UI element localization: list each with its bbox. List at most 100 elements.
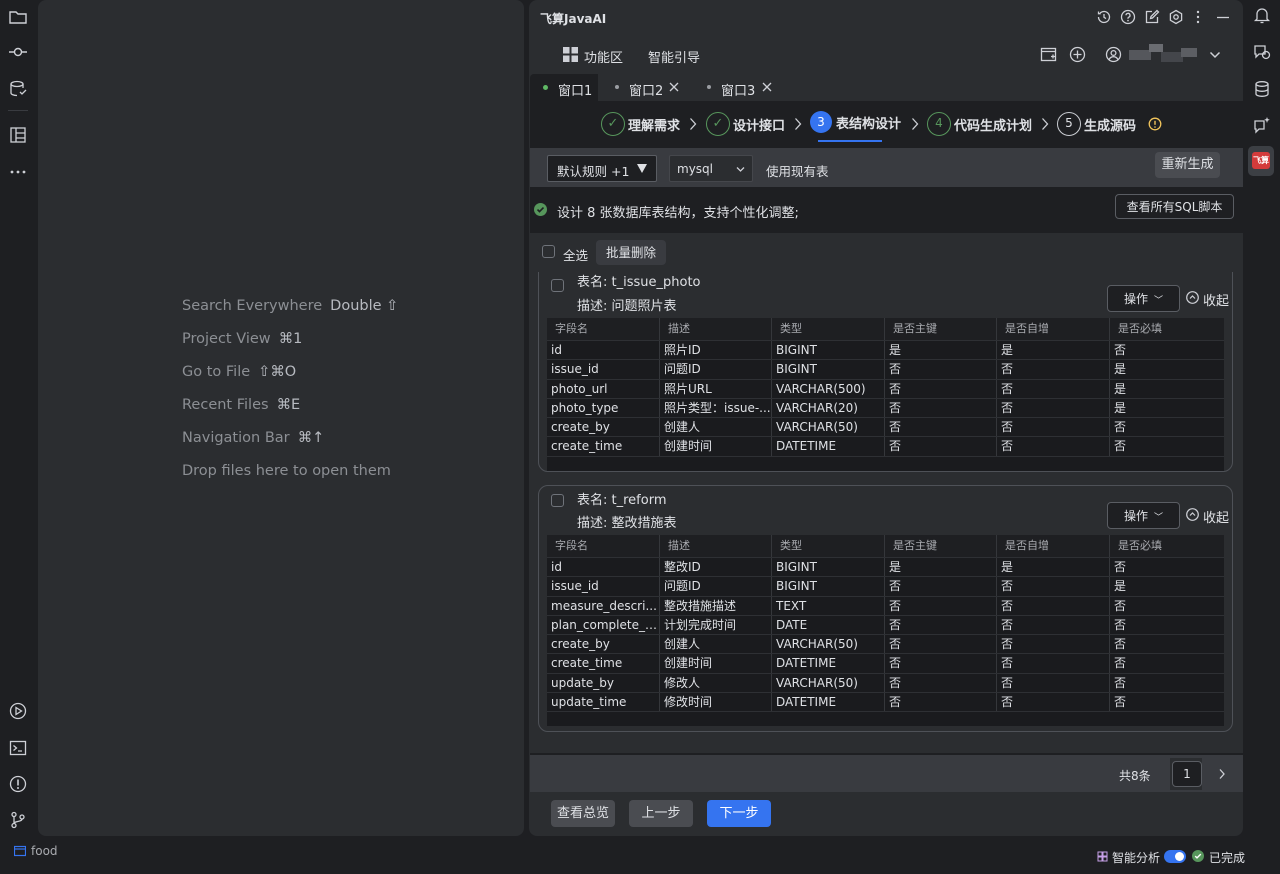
problems-icon[interactable]	[8, 774, 28, 794]
table-cell: create_by	[547, 418, 660, 437]
collapse-up-icon[interactable]	[1186, 291, 1199, 304]
next-page-chevron-icon[interactable]	[1218, 768, 1226, 780]
table-row[interactable]: issue_id 问题ID BIGINT 否否是	[547, 577, 1224, 597]
settings-icon[interactable]	[1168, 9, 1184, 25]
table-cell: VARCHAR(50)	[772, 635, 885, 654]
step-design-interface[interactable]: 设计接口	[733, 115, 785, 134]
step-table-design[interactable]: 表结构设计	[836, 113, 901, 132]
database-icon[interactable]	[1252, 79, 1272, 99]
user-dropdown-chevron-icon[interactable]	[1209, 50, 1221, 60]
warning-info-icon[interactable]	[1148, 117, 1162, 131]
table-cell: 否	[997, 673, 1110, 693]
table-cell: 否	[885, 437, 997, 456]
view-overview-button[interactable]: 查看总览	[551, 800, 615, 827]
minimize-icon[interactable]	[1216, 9, 1230, 25]
structure-icon[interactable]	[8, 125, 28, 145]
rule-select-value: 默认规则 +1	[557, 164, 630, 179]
table-row[interactable]: issue_id 问题ID BIGINT 否否是	[547, 360, 1224, 380]
table-scroll-spacer	[547, 712, 1224, 727]
table-scroll-spacer	[547, 456, 1224, 471]
table-row[interactable]: id 照片ID BIGINT 是是否	[547, 341, 1224, 361]
ai-chat-icon[interactable]	[1252, 42, 1272, 62]
view-all-sql-button[interactable]: 查看所有SQL脚本	[1115, 194, 1234, 219]
commit-icon[interactable]	[8, 42, 28, 62]
run-icon[interactable]	[8, 701, 28, 721]
tab-window-1-label: 窗口1	[558, 84, 593, 99]
editor-empty-area[interactable]: Search Everywhere Double ⇧ Project View ⌘1…	[38, 0, 524, 836]
step-understand-requirements[interactable]: 理解需求	[628, 115, 680, 134]
db-type-select[interactable]: mysql	[669, 155, 753, 182]
table-operation-menu[interactable]: 操作 ﹀	[1107, 502, 1180, 529]
collapse-up-icon[interactable]	[1186, 508, 1199, 521]
more-options-icon[interactable]	[1193, 9, 1203, 25]
terminal-icon[interactable]	[8, 738, 28, 758]
table-cell: 整改ID	[660, 558, 772, 577]
table-cell: VARCHAR(20)	[772, 398, 885, 418]
use-existing-table-label[interactable]: 使用现有表	[766, 161, 829, 180]
previous-step-button[interactable]: 上一步	[629, 800, 693, 827]
tab-window-3[interactable]: 窗口3	[696, 74, 784, 101]
add-icon[interactable]	[1069, 46, 1086, 63]
rule-select[interactable]: 默认规则 +1	[547, 155, 657, 182]
more-tools-icon[interactable]	[8, 162, 28, 182]
close-tab-icon[interactable]	[669, 82, 679, 92]
table-row[interactable]: measure_descri... 整改措施描述 TEXT 否否否	[547, 596, 1224, 616]
tab-window-2[interactable]: 窗口2	[603, 74, 691, 101]
git-branch-icon[interactable]	[8, 810, 28, 830]
select-all-checkbox[interactable]	[542, 245, 555, 258]
table-row[interactable]: photo_url 照片URL VARCHAR(500) 否否是	[547, 379, 1224, 399]
col-header-autoinc: 是否自增	[997, 318, 1110, 340]
new-window-icon[interactable]	[1040, 46, 1057, 63]
table-row[interactable]: create_by 创建人 VARCHAR(50) 否否否	[547, 635, 1224, 655]
collapse-button[interactable]: 收起	[1203, 290, 1229, 309]
javaai-plugin-tab[interactable]: 飞算	[1248, 146, 1274, 176]
select-all-label[interactable]: 全选	[563, 245, 588, 264]
batch-delete-button[interactable]: 批量删除	[596, 240, 666, 265]
step-chevron-icon	[794, 117, 802, 131]
database-plugin-icon[interactable]	[8, 79, 28, 99]
edit-icon[interactable]	[1144, 9, 1160, 25]
hint-recent-files: Recent Files ⌘E	[182, 397, 301, 413]
table-row[interactable]: create_by 创建人 VARCHAR(50) 否否否	[547, 418, 1224, 438]
table-operation-menu[interactable]: 操作 ﹀	[1107, 285, 1180, 312]
close-tab-icon[interactable]	[762, 82, 772, 92]
help-icon[interactable]	[1120, 9, 1136, 25]
table-cell: 计划完成时间	[660, 615, 772, 635]
collapse-button[interactable]: 收起	[1203, 507, 1229, 526]
hint-search-everywhere: Search Everywhere Double ⇧	[182, 298, 399, 314]
nav-smart-guide[interactable]: 智能引导	[648, 47, 700, 66]
tab-window-2-label: 窗口2	[629, 84, 664, 99]
table-cell: 否	[885, 654, 997, 673]
regenerate-button[interactable]: 重新生成	[1155, 152, 1220, 178]
smart-analysis-toggle[interactable]	[1164, 850, 1186, 863]
table-cell: 否	[997, 437, 1110, 456]
table-row[interactable]: plan_complete_t... 计划完成时间 DATE 否否否	[547, 615, 1224, 636]
project-folder-icon[interactable]	[8, 7, 28, 27]
tab-dot-icon	[615, 85, 619, 89]
notifications-bell-icon[interactable]	[1252, 5, 1272, 25]
nav-function-area[interactable]: 功能区	[584, 47, 623, 66]
step-generate-source[interactable]: 生成源码	[1084, 115, 1136, 134]
history-icon[interactable]	[1096, 9, 1112, 25]
table-select-checkbox[interactable]	[551, 494, 564, 507]
tab-window-1[interactable]: 窗口1	[530, 74, 598, 101]
table-cell: 否	[997, 418, 1110, 437]
next-step-button[interactable]: 下一步	[707, 800, 771, 827]
project-name[interactable]: food	[31, 844, 58, 858]
step-code-plan[interactable]: 代码生成计划	[954, 115, 1032, 134]
table-cell: id	[547, 558, 660, 577]
table-row[interactable]: create_time 创建时间 DATETIME 否否否	[547, 654, 1224, 674]
table-row[interactable]: photo_type 照片类型：issue-... VARCHAR(20) 否否是	[547, 398, 1224, 419]
table-select-checkbox[interactable]	[551, 279, 564, 292]
table-row[interactable]: id 整改ID BIGINT 是是否	[547, 558, 1224, 578]
chevron-down-icon	[736, 166, 745, 173]
user-avatar-icon[interactable]	[1105, 46, 1122, 63]
table-row[interactable]: update_by 修改人 VARCHAR(50) 否否否	[547, 673, 1224, 694]
table-cell: measure_descri...	[547, 596, 660, 615]
col-header-desc: 描述	[660, 535, 772, 557]
table-row[interactable]: create_time 创建时间 DATETIME 否否否	[547, 437, 1224, 457]
table-cell: 否	[997, 596, 1110, 615]
page-number[interactable]: 1	[1172, 761, 1202, 787]
ai-assistant-icon[interactable]	[1252, 115, 1272, 135]
table-row[interactable]: update_time 修改时间 DATETIME 否否否	[547, 693, 1224, 713]
